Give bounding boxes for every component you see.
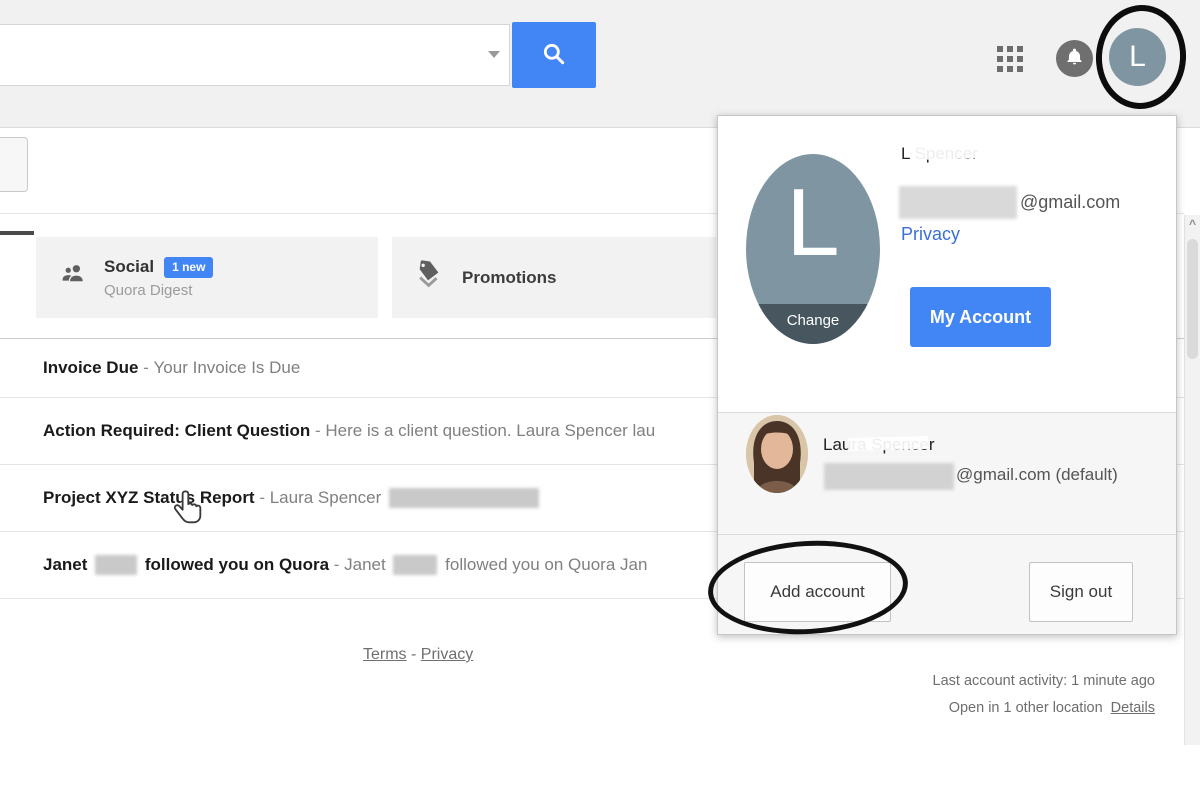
add-account-button[interactable]: Add account <box>744 562 891 622</box>
panel-avatar-letter: L <box>746 168 880 278</box>
email-snippet: Your Invoice Is Due <box>154 358 301 378</box>
privacy-footer-link[interactable]: Privacy <box>421 646 473 663</box>
search-options-chevron-icon[interactable] <box>488 51 500 58</box>
tab-social[interactable]: Social 1 new Quora Digest <box>36 237 378 318</box>
name-redaction <box>848 436 928 451</box>
email-subject: Janet <box>43 555 92 575</box>
search-input[interactable] <box>0 24 510 86</box>
redacted-email <box>824 463 954 490</box>
tab-social-subtitle: Quora Digest <box>104 282 213 299</box>
email-snippet: - <box>255 488 270 508</box>
email-subject: Project XYZ Status Report <box>43 488 255 508</box>
secondary-account-row[interactable]: Laura Spencer @gmail.com (default) <box>718 412 1176 534</box>
people-icon <box>56 260 88 295</box>
email-snippet: followed you on Quora Jan <box>440 555 647 575</box>
terms-link[interactable]: Terms <box>363 646 407 663</box>
email-snippet: Here is a client question. Laura Spencer… <box>325 421 655 441</box>
toolbar-stub-button[interactable] <box>0 137 28 192</box>
account-avatar-button[interactable]: L <box>1109 28 1166 86</box>
search-button[interactable] <box>512 22 596 88</box>
panel-footer: Add account Sign out <box>718 534 1176 634</box>
email-snippet: Janet <box>344 555 390 575</box>
last-activity-text: Last account activity: 1 minute ago <box>815 668 1155 695</box>
tag-icon <box>412 258 444 297</box>
notifications-button[interactable] <box>1056 40 1093 77</box>
top-header-bar: L <box>0 0 1200 128</box>
gmail-page: L Social 1 new Quora Digest Promotions I… <box>0 0 1200 800</box>
email-subject: followed you on Quora <box>140 555 329 575</box>
primary-email-suffix: @gmail.com <box>1020 192 1120 213</box>
tab-promotions[interactable]: Promotions <box>392 237 716 318</box>
email-snippet: - <box>310 421 325 441</box>
secondary-account-photo <box>746 415 808 493</box>
email-subject: Invoice Due <box>43 358 138 378</box>
footer-separator: - <box>407 646 421 663</box>
tab-social-texts: Social 1 new Quora Digest <box>104 257 213 299</box>
tab-social-badge: 1 new <box>164 257 213 278</box>
redacted-text <box>389 488 539 508</box>
scrollbar-thumb[interactable] <box>1187 239 1198 359</box>
panel-avatar[interactable]: L Change <box>746 154 880 344</box>
sign-out-button[interactable]: Sign out <box>1029 562 1133 622</box>
my-account-button[interactable]: My Account <box>910 287 1051 347</box>
page-scrollbar[interactable]: ^ <box>1184 215 1200 745</box>
account-activity: Last account activity: 1 minute ago Open… <box>815 668 1155 722</box>
scroll-up-arrow-icon[interactable]: ^ <box>1185 217 1200 231</box>
redacted-text <box>95 555 137 575</box>
privacy-link[interactable]: Privacy <box>901 224 960 245</box>
email-snippet: Laura Spencer <box>270 488 386 508</box>
tab-social-label: Social <box>104 257 154 277</box>
email-snippet: - <box>329 555 344 575</box>
account-dropdown-panel: L Change L Spencer @gmail.com Privacy My… <box>717 115 1177 635</box>
search-icon <box>541 41 567 70</box>
avatar-letter: L <box>1129 40 1146 74</box>
name-redaction <box>914 145 992 160</box>
primary-tab-underline <box>0 231 34 235</box>
details-link[interactable]: Details <box>1111 700 1155 716</box>
bell-icon <box>1065 47 1084 71</box>
email-subject: Action Required: Client Question <box>43 421 310 441</box>
change-avatar-button[interactable]: Change <box>746 304 880 344</box>
footer-links: Terms - Privacy <box>363 646 473 664</box>
email-snippet: - <box>138 358 153 378</box>
redacted-email <box>899 186 1017 219</box>
tab-promotions-label: Promotions <box>462 268 556 288</box>
apps-grid-icon[interactable] <box>997 46 1023 72</box>
redacted-text <box>393 555 437 575</box>
open-locations-text: Open in 1 other location <box>949 700 1103 716</box>
secondary-email-suffix: @gmail.com (default) <box>956 465 1118 485</box>
